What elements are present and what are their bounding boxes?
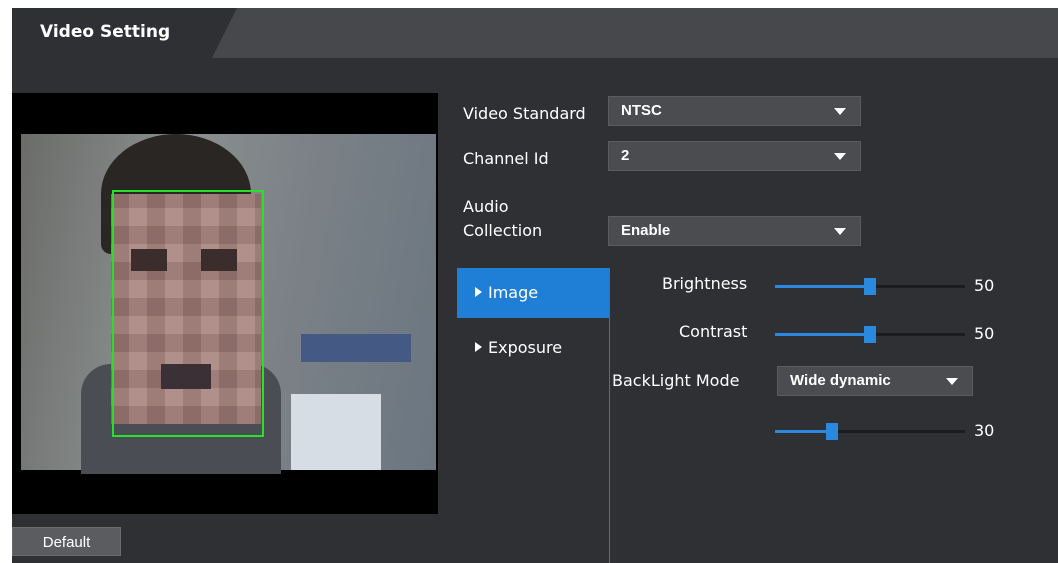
brightness-label: Brightness: [662, 274, 748, 293]
chevron-down-icon: [834, 153, 846, 160]
tab-bar: Video Setting: [12, 8, 1058, 58]
brightness-value: 50: [974, 276, 995, 295]
slider-thumb[interactable]: [826, 423, 838, 440]
subtab-divider: [609, 268, 610, 563]
background-sign: [301, 334, 411, 362]
subtab-exposure[interactable]: Exposure: [457, 323, 610, 373]
background-board: [291, 394, 381, 470]
caret-right-icon: [475, 342, 482, 352]
slider-thumb[interactable]: [864, 278, 876, 295]
video-standard-select[interactable]: NTSC: [608, 96, 861, 126]
audio-collection-label-line1: Audio: [463, 197, 509, 216]
audio-collection-select[interactable]: Enable: [608, 216, 861, 246]
channel-id-value: 2: [621, 147, 630, 164]
slider-fill: [775, 430, 832, 433]
brightness-slider[interactable]: [775, 276, 965, 296]
contrast-value: 50: [974, 324, 995, 343]
subtab-image-label: Image: [488, 283, 539, 302]
backlight-level-slider[interactable]: [775, 421, 965, 441]
default-button[interactable]: Default: [12, 527, 121, 556]
slider-fill: [775, 285, 870, 288]
audio-collection-value: Enable: [621, 222, 671, 239]
video-standard-label: Video Standard: [463, 104, 586, 123]
tab-video-setting-label: Video Setting: [40, 22, 171, 42]
backlight-level-value: 30: [974, 421, 995, 440]
chevron-down-icon: [834, 108, 846, 115]
backlight-mode-value: Wide dynamic: [790, 372, 891, 389]
video-setting-panel: Video Setting Video Standard NTSC Channe…: [12, 8, 1058, 563]
channel-id-label: Channel Id: [463, 149, 549, 168]
backlight-mode-select[interactable]: Wide dynamic: [777, 366, 973, 396]
caret-right-icon: [475, 287, 482, 297]
subtab-image[interactable]: Image: [457, 268, 610, 318]
backlight-mode-label: BackLight Mode: [612, 371, 740, 390]
slider-thumb[interactable]: [864, 326, 876, 343]
channel-id-select[interactable]: 2: [608, 141, 861, 171]
subtab-exposure-label: Exposure: [488, 338, 563, 357]
tab-video-setting[interactable]: Video Setting: [12, 8, 237, 58]
audio-collection-label-line2: Collection: [463, 221, 543, 240]
video-standard-value: NTSC: [621, 102, 662, 119]
face-detection-box: [112, 190, 264, 437]
chevron-down-icon: [946, 378, 958, 385]
contrast-label: Contrast: [679, 322, 748, 341]
slider-fill: [775, 333, 870, 336]
contrast-slider[interactable]: [775, 324, 965, 344]
chevron-down-icon: [834, 228, 846, 235]
